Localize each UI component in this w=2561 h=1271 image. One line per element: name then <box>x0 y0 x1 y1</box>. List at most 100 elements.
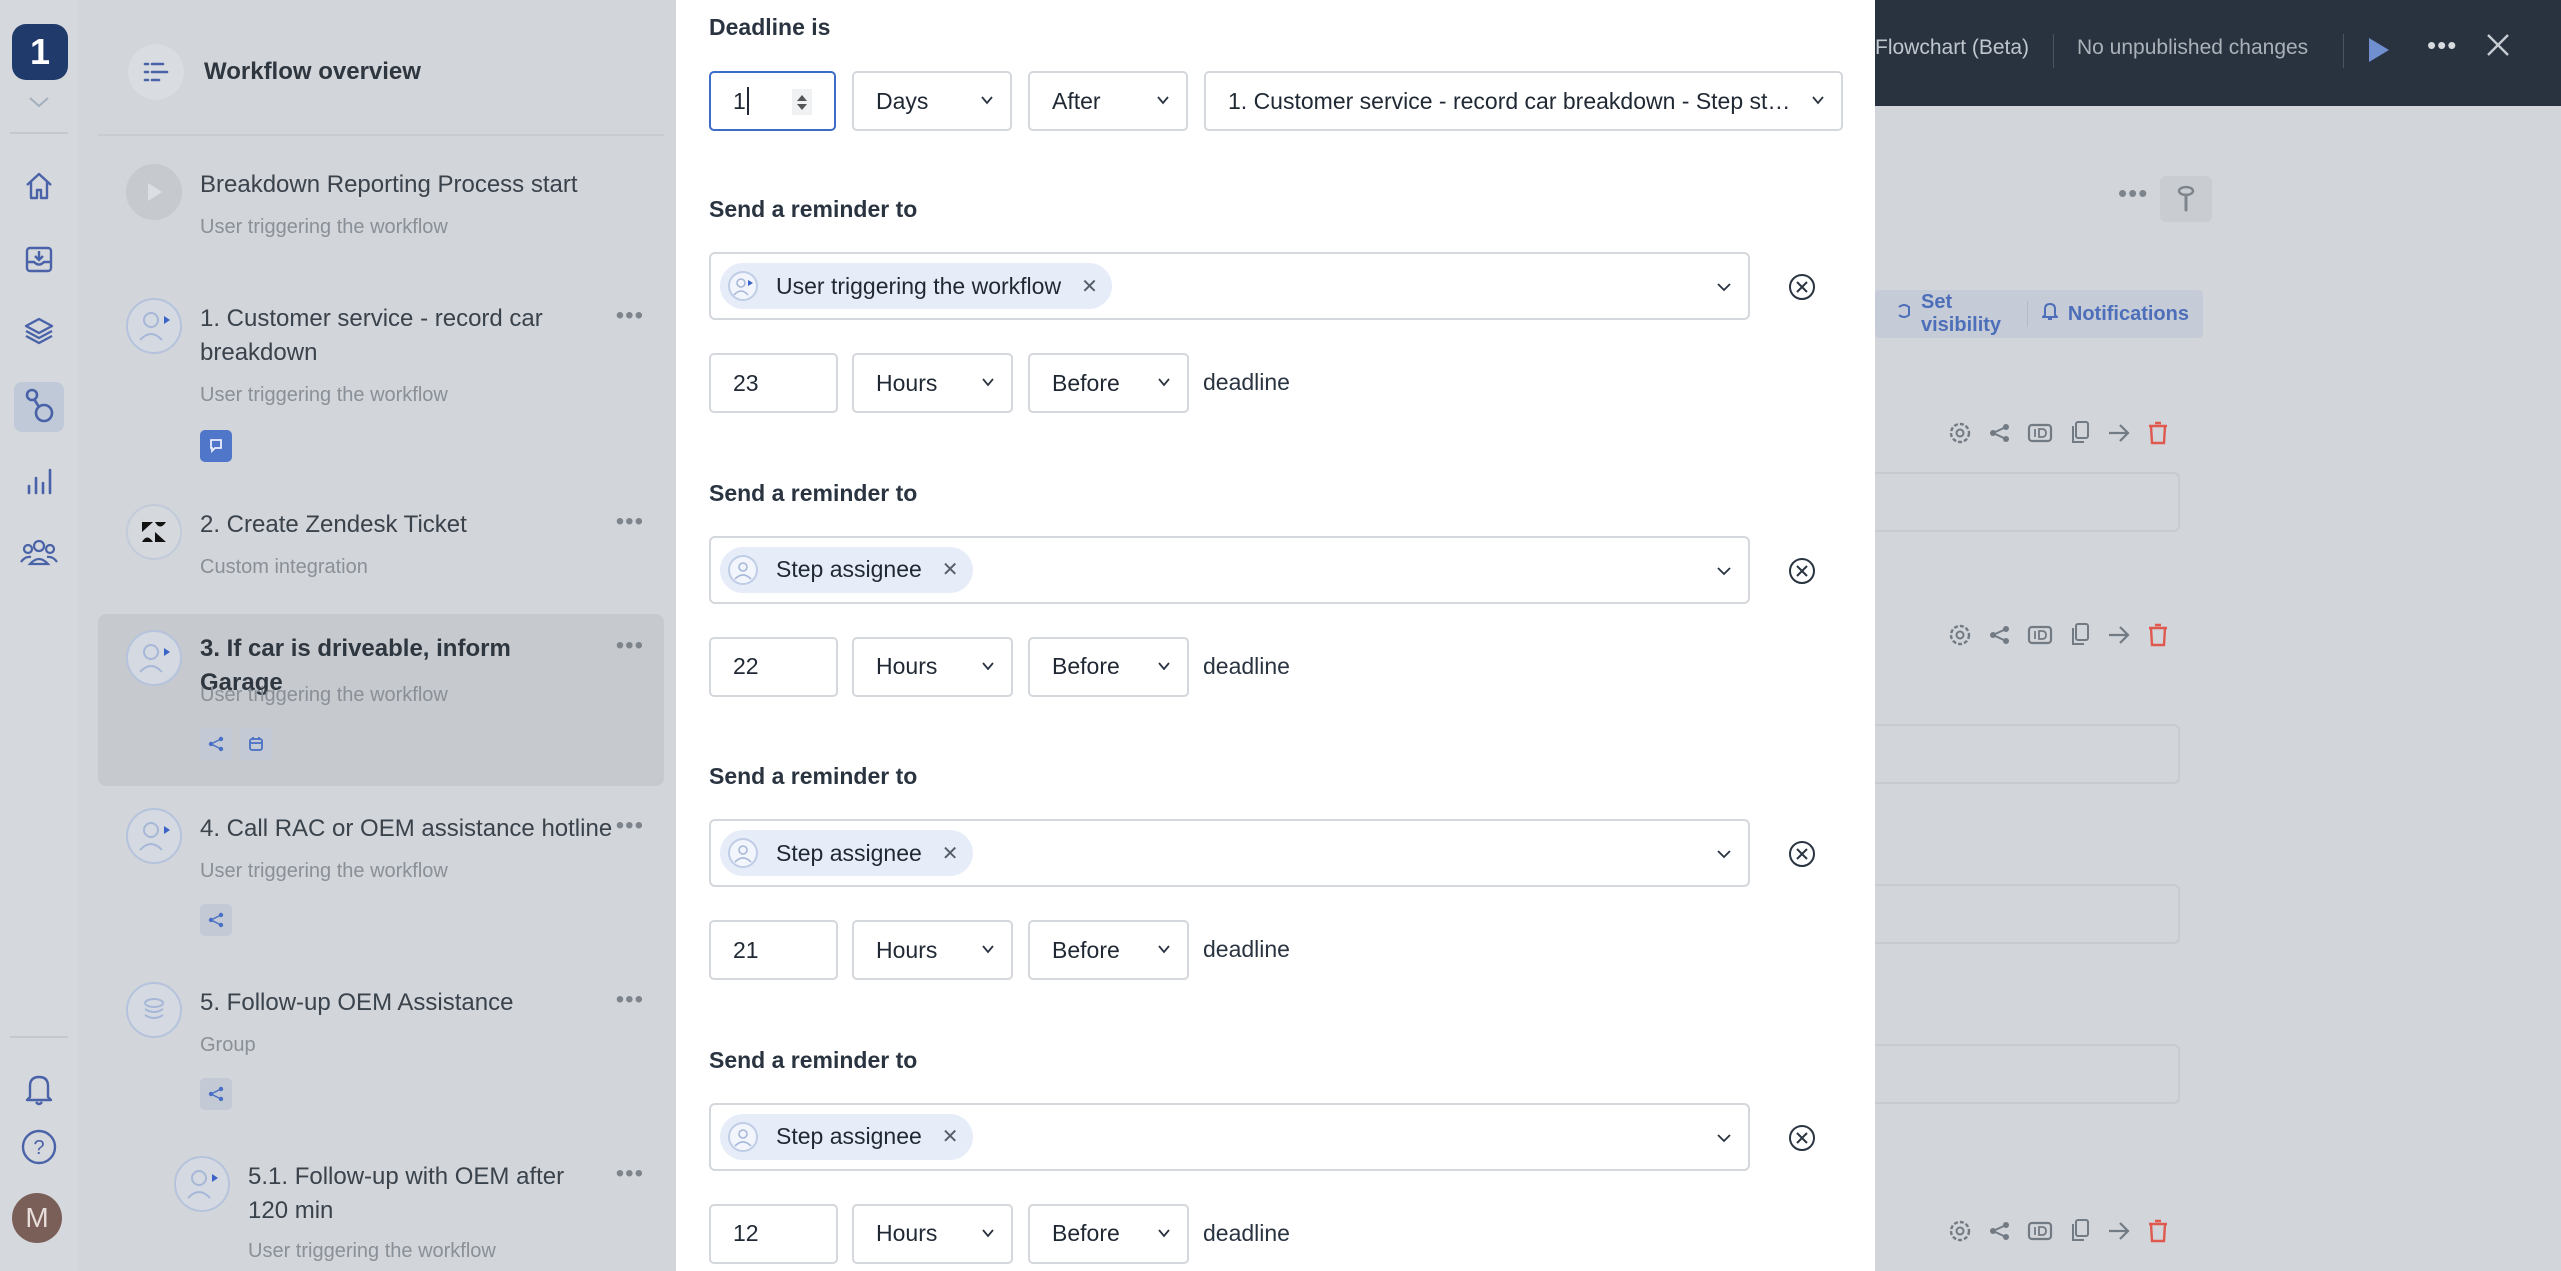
copy-icon[interactable] <box>2069 1218 2091 1249</box>
workspace-chevron-down-icon[interactable] <box>27 92 51 116</box>
step-more-button[interactable]: ••• <box>616 302 644 330</box>
step-item[interactable]: 5. Follow-up OEM Assistance ••• Group <box>98 982 664 1122</box>
reminder-unit-select[interactable]: Hours <box>852 920 1013 980</box>
recipient-chip: User triggering the workflow ✕ <box>720 263 1112 309</box>
step-item-selected[interactable]: 3. If car is driveable, inform Garage ••… <box>98 614 664 786</box>
recipient-chip: Step assignee ✕ <box>720 830 973 876</box>
gear-icon[interactable] <box>1947 1218 1973 1249</box>
reminder-recipient-select[interactable]: Step assignee ✕ <box>709 819 1750 887</box>
step-more-button[interactable]: ••• <box>2118 178 2148 209</box>
svg-text:?: ? <box>33 1137 44 1159</box>
step-item[interactable]: 1. Customer service - record car breakdo… <box>98 298 664 468</box>
user-icon <box>728 1121 758 1152</box>
deadline-settings-modal: Deadline is 1 Days After 1. Customer ser… <box>676 0 1875 1271</box>
trash-icon[interactable] <box>2147 420 2169 451</box>
share-icon[interactable] <box>1989 422 2011 449</box>
workflow-overview-link[interactable]: Workflow overview <box>128 42 421 102</box>
form-field <box>1875 1044 2180 1104</box>
deadline-unit-select[interactable]: Days <box>852 71 1012 131</box>
step-item[interactable]: 5.1. Follow-up with OEM after 120 min ••… <box>98 1156 664 1271</box>
reminder-unit-select[interactable]: Hours <box>852 353 1013 413</box>
reminder-amount-input[interactable]: 21 <box>709 920 838 980</box>
trash-icon[interactable] <box>2147 1218 2169 1249</box>
tab-notifications[interactable]: Notifications <box>2028 301 2203 327</box>
gear-icon[interactable] <box>1947 622 1973 653</box>
reminder-recipient-select[interactable]: Step assignee ✕ <box>709 535 1750 604</box>
reminder-relation-select[interactable]: Before <box>1028 920 1189 980</box>
rail-home[interactable] <box>14 163 64 213</box>
copy-icon[interactable] <box>2069 420 2091 451</box>
copy-icon[interactable] <box>2069 622 2091 653</box>
workflow-sidebar: Workflow overview Breakdown Reporting Pr… <box>78 0 676 1271</box>
deadline-reference-select[interactable]: 1. Customer service - record car breakdo… <box>1204 71 1843 131</box>
chevron-down-icon <box>1812 96 1824 105</box>
remove-recipient-icon[interactable]: ✕ <box>942 1124 959 1149</box>
step-more-button[interactable]: ••• <box>616 812 644 840</box>
help-icon: ? <box>20 1128 58 1171</box>
trash-icon[interactable] <box>2147 622 2169 653</box>
reminder-unit-select[interactable]: Hours <box>852 636 1013 697</box>
reminder-label: Send a reminder to <box>709 763 918 789</box>
recipient-name: User triggering the workflow <box>776 272 1062 299</box>
step-title: 5.1. Follow-up with OEM after 120 min <box>248 1163 565 1224</box>
arrow-right-icon[interactable] <box>2107 624 2131 651</box>
rail-notifications[interactable] <box>14 1066 64 1116</box>
arrow-right-icon[interactable] <box>2107 1220 2131 1247</box>
step-more-button[interactable]: ••• <box>616 986 644 1014</box>
flowchart-mode-toggle[interactable]: Flowchart (Beta) <box>1875 36 2029 60</box>
deadline-relation-select[interactable]: After <box>1028 71 1188 131</box>
share-icon[interactable] <box>1989 624 2011 651</box>
id-icon[interactable] <box>2027 422 2053 449</box>
remove-recipient-icon[interactable]: ✕ <box>942 841 959 866</box>
pin-icon[interactable] <box>2160 176 2212 222</box>
remove-reminder-icon[interactable] <box>1787 272 1817 302</box>
close-icon[interactable] <box>2485 28 2511 67</box>
arrow-right-icon[interactable] <box>2107 422 2131 449</box>
remove-reminder-icon[interactable] <box>1787 839 1817 869</box>
tab-set-visibility[interactable]: Set visibility <box>1883 291 2027 337</box>
step-more-button[interactable]: ••• <box>616 508 644 536</box>
reminder-amount-input[interactable]: 23 <box>709 353 838 413</box>
chevron-down-icon <box>1157 96 1169 105</box>
avatar[interactable]: M <box>12 1193 62 1243</box>
workspace-badge[interactable]: 1 <box>12 24 68 80</box>
reminder-unit-select[interactable]: Hours <box>852 1203 1013 1264</box>
reminder-recipient-select[interactable]: Step assignee ✕ <box>709 1102 1750 1171</box>
rail-divider <box>10 1036 68 1038</box>
reminder-recipient-select[interactable]: User triggering the workflow ✕ <box>709 252 1750 320</box>
id-icon[interactable] <box>2027 1220 2053 1247</box>
gear-icon[interactable] <box>1947 420 1973 451</box>
step-more-button[interactable]: ••• <box>616 632 644 660</box>
rail-workflows[interactable] <box>14 382 64 432</box>
step-item-start[interactable]: Breakdown Reporting Process start User t… <box>98 164 664 254</box>
rail-users[interactable] <box>14 530 64 580</box>
rail-analytics[interactable] <box>14 458 64 508</box>
rail-layers[interactable] <box>14 308 64 358</box>
remove-recipient-icon[interactable]: ✕ <box>942 557 959 582</box>
reminder-amount-input[interactable]: 22 <box>709 636 838 697</box>
id-icon[interactable] <box>2027 624 2053 651</box>
form-field <box>1875 472 2180 532</box>
step-title: 4. Call RAC or OEM assistance hotline <box>200 815 613 842</box>
more-options-button[interactable]: ••• <box>2427 30 2457 61</box>
field-toolbar <box>1947 1218 2169 1249</box>
reminder-relation-select[interactable]: Before <box>1028 353 1189 413</box>
run-play-icon[interactable] <box>2369 38 2389 62</box>
rail-inbox[interactable] <box>14 236 64 286</box>
reminder-amount-input[interactable]: 12 <box>709 1203 838 1264</box>
reminder-relation-select[interactable]: Before <box>1028 636 1189 697</box>
step-item[interactable]: 2. Create Zendesk Ticket ••• Custom inte… <box>98 504 664 594</box>
bell-icon <box>22 1070 56 1113</box>
remove-reminder-icon[interactable] <box>1787 1123 1817 1153</box>
deadline-amount-input[interactable]: 1 <box>709 71 836 131</box>
rail-help[interactable]: ? <box>14 1124 64 1174</box>
step-title: 1. Customer service - record car breakdo… <box>200 305 543 366</box>
bell-icon <box>2040 301 2060 327</box>
reminder-relation-select[interactable]: Before <box>1028 1203 1189 1264</box>
share-icon[interactable] <box>1989 1220 2011 1247</box>
number-stepper[interactable] <box>792 89 812 115</box>
step-more-button[interactable]: ••• <box>616 1160 644 1188</box>
remove-recipient-icon[interactable]: ✕ <box>1081 274 1098 299</box>
step-item[interactable]: 4. Call RAC or OEM assistance hotline ••… <box>98 808 664 948</box>
remove-reminder-icon[interactable] <box>1787 556 1817 586</box>
